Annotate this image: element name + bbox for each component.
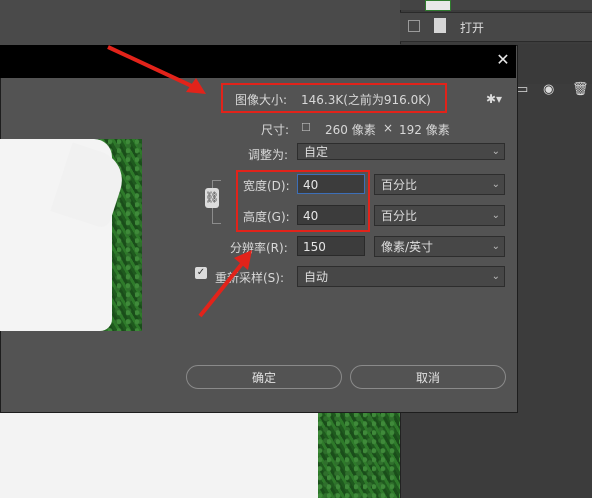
arrow-head-width-height	[234, 250, 252, 270]
arrow-to-width-height	[198, 258, 247, 318]
arrow-to-image-size	[107, 45, 197, 90]
annotation-arrows	[107, 45, 252, 318]
